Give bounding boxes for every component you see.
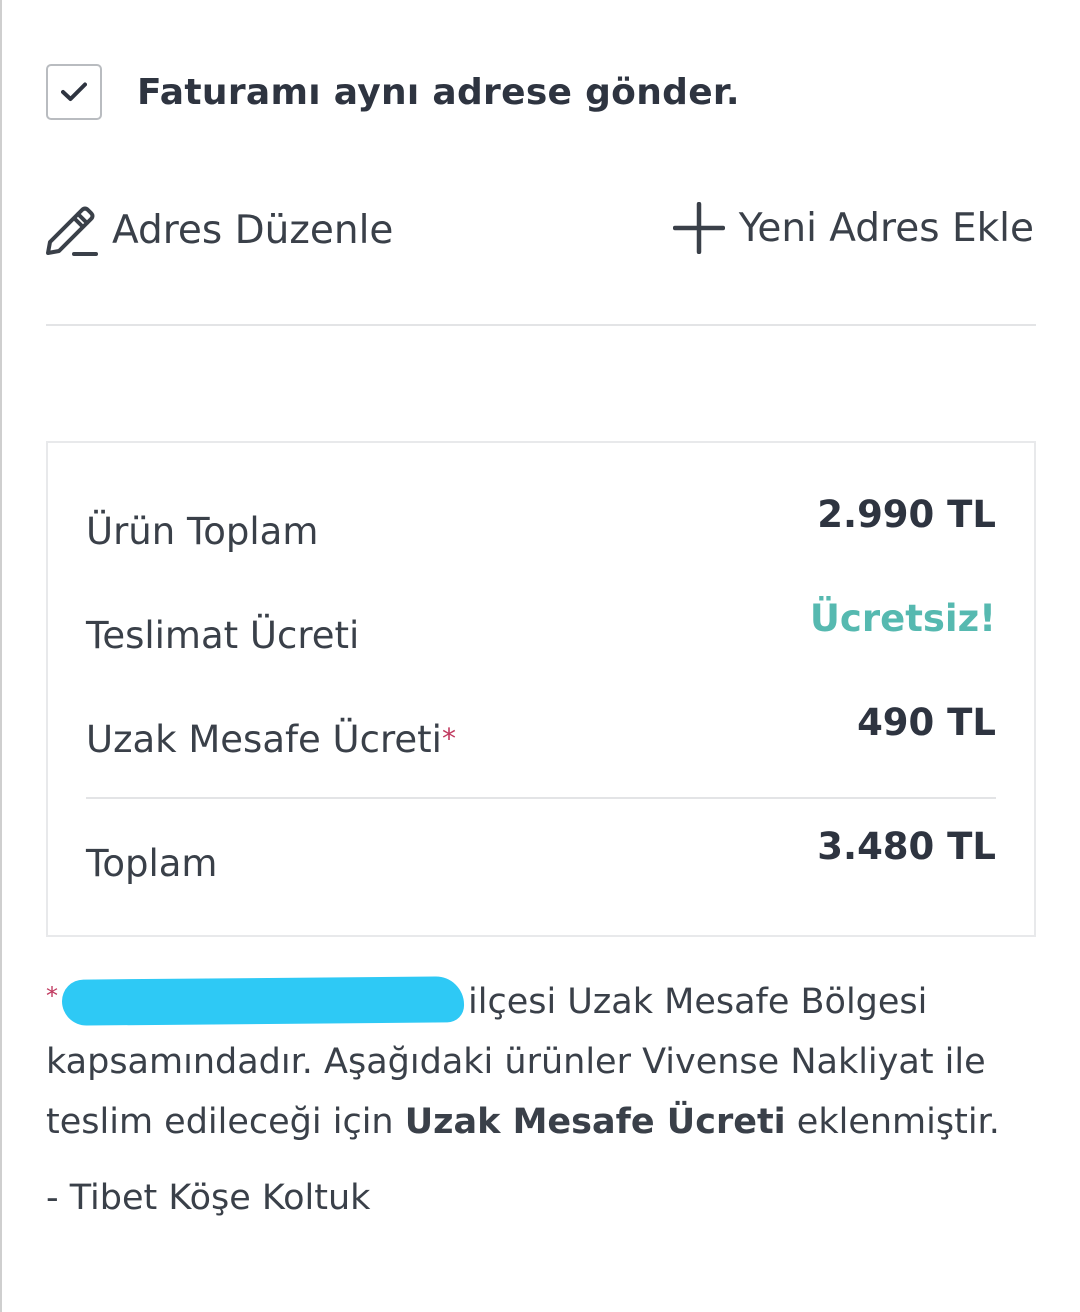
checkmark-icon — [61, 82, 87, 101]
summary-row-product-total: Ürün Toplam 2.990 TL — [86, 493, 996, 553]
product-total-label: Ürün Toplam — [86, 510, 319, 553]
note-line-3: teslim edileceği için Uzak Mesafe Ücreti… — [46, 1092, 1036, 1152]
note-line-3-pre: teslim edileceği için — [46, 1102, 405, 1142]
section-divider — [46, 324, 1036, 326]
long-distance-fee-value: 490 TL — [857, 701, 996, 744]
note-line-1-text: ilçesi Uzak Mesafe Bölgesi — [468, 982, 928, 1022]
summary-row-total: Toplam 3.480 TL — [86, 825, 996, 885]
redaction-mark — [61, 976, 465, 1026]
delivery-fee-value: Ücretsiz! — [809, 597, 996, 640]
plus-icon — [672, 202, 725, 254]
note-asterisk: * — [46, 982, 58, 1010]
order-summary: Ürün Toplam 2.990 TL Teslimat Ücreti Ücr… — [46, 441, 1036, 937]
note-line-2: kapsamındadır. Aşağıdaki ürünler Vivense… — [46, 1042, 986, 1082]
total-label: Toplam — [86, 842, 218, 885]
delivery-fee-label: Teslimat Ücreti — [86, 614, 360, 657]
note-line-3-post: eklenmiştir. — [785, 1102, 1000, 1142]
long-distance-fee-label-text: Uzak Mesafe Ücreti — [86, 718, 442, 761]
same-billing-address-checkbox[interactable] — [46, 64, 102, 120]
note-line-3-bold: Uzak Mesafe Ücreti — [404, 1102, 786, 1142]
left-edge-border — [0, 0, 2, 1312]
affected-product-item: - Tibet Köşe Koltuk — [46, 1178, 371, 1218]
note-line-1: * ilçesi Uzak Mesafe Bölgesi — [46, 972, 1036, 1032]
add-new-address-button[interactable]: Yeni Adres Ekle — [672, 202, 1034, 254]
summary-divider — [86, 797, 996, 799]
product-total-value: 2.990 TL — [817, 493, 996, 536]
same-billing-address-label: Faturamı aynı adrese gönder. — [137, 71, 740, 113]
same-billing-address-option[interactable]: Faturamı aynı adrese gönder. — [46, 64, 740, 120]
long-distance-fee-label: Uzak Mesafe Ücreti* — [86, 718, 456, 761]
add-new-address-label: Yeni Adres Ekle — [738, 205, 1034, 251]
edit-address-label: Adres Düzenle — [112, 207, 394, 253]
edit-address-button[interactable]: Adres Düzenle — [44, 202, 393, 258]
summary-row-delivery-fee: Teslimat Ücreti Ücretsiz! — [86, 597, 996, 657]
summary-row-long-distance-fee: Uzak Mesafe Ücreti* 490 TL — [86, 701, 996, 761]
required-asterisk: * — [441, 722, 456, 755]
long-distance-note: * ilçesi Uzak Mesafe Bölgesi kapsamındadı… — [46, 972, 1036, 1152]
pencil-icon — [44, 202, 98, 258]
total-value: 3.480 TL — [817, 825, 996, 868]
